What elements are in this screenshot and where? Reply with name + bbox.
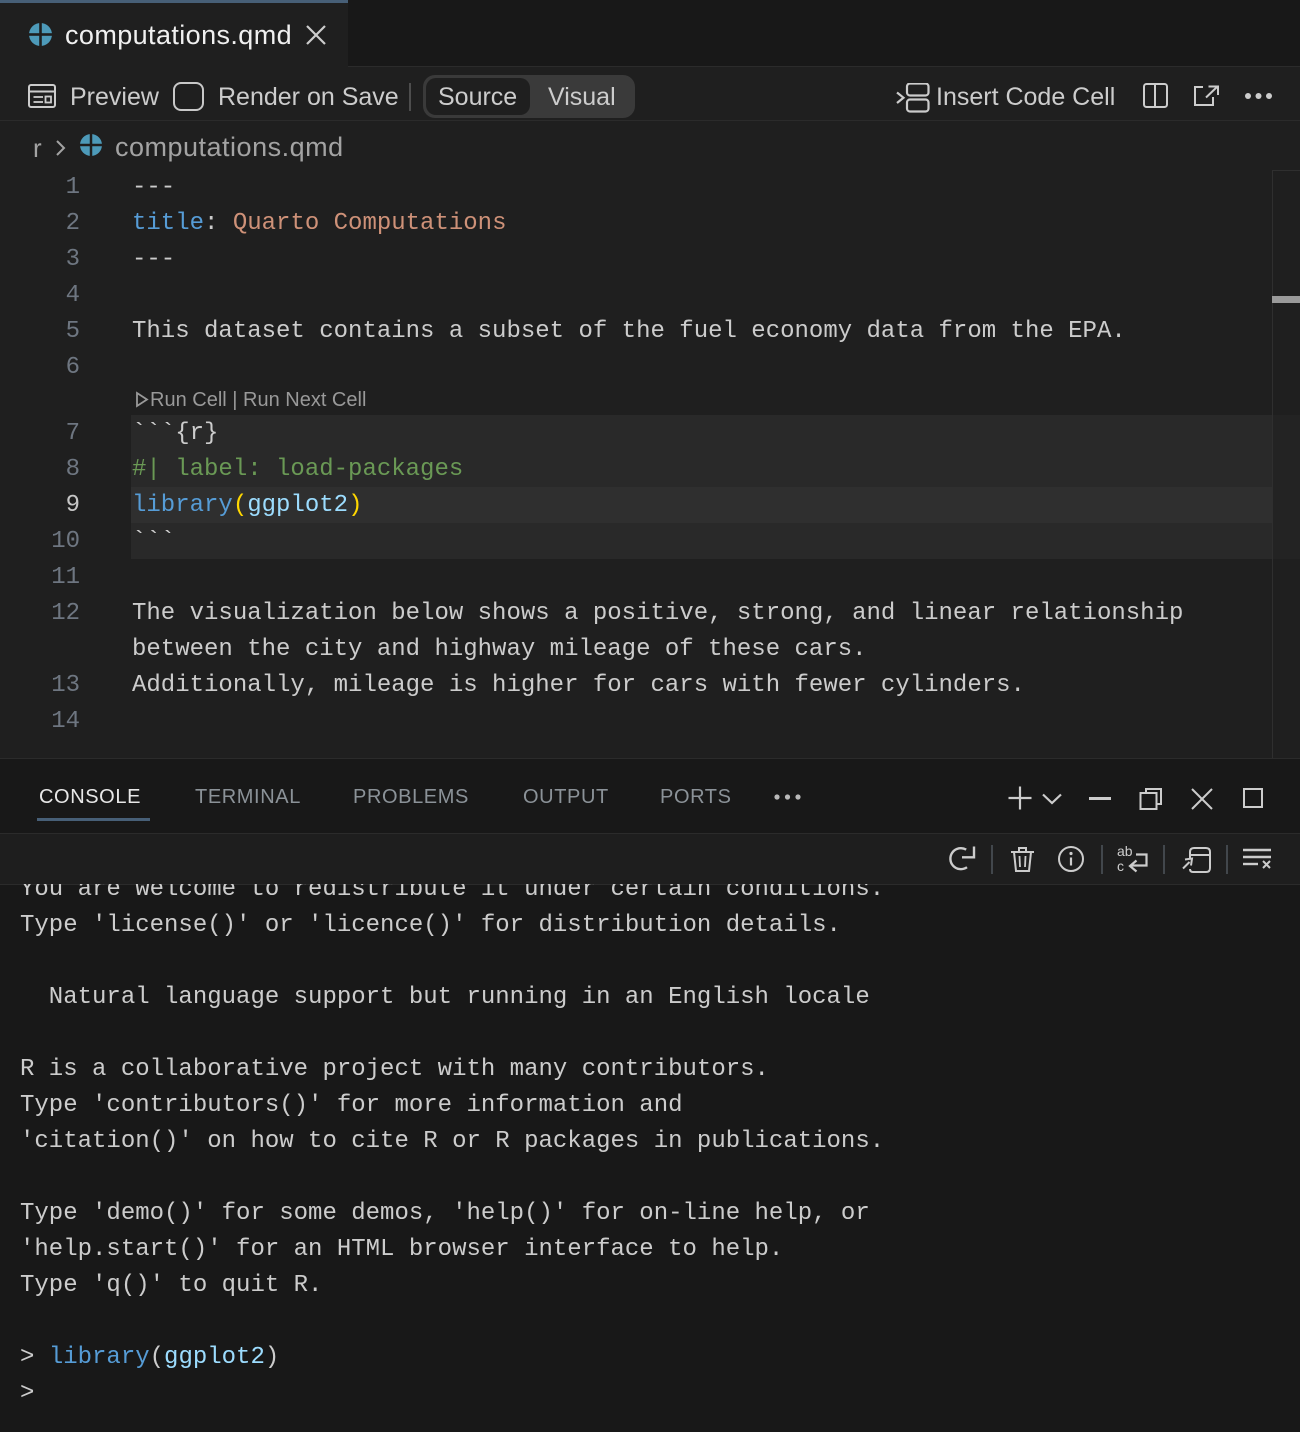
svg-text:c: c [1117,858,1124,874]
svg-text:ab: ab [1117,843,1133,859]
